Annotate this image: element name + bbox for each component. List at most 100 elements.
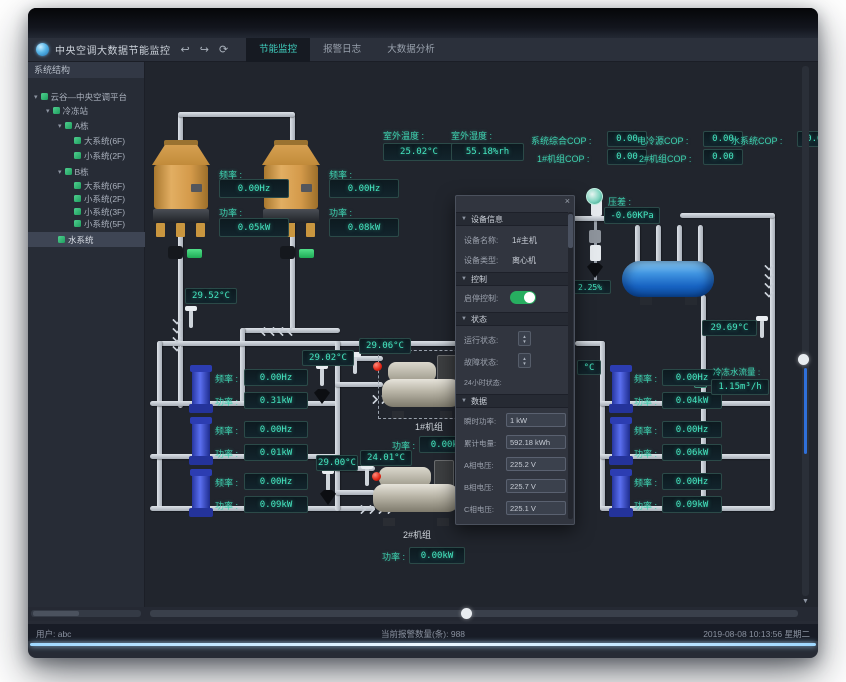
cop-chiller2-label: 2#机组COP : <box>639 152 691 165</box>
field-label: 累计电量: <box>464 438 496 449</box>
flow-down-icon <box>174 317 181 351</box>
field-value: 1#主机 <box>512 235 537 246</box>
node-icon <box>74 137 81 144</box>
temp-probe-icon[interactable] <box>326 473 330 491</box>
vertical-scrollbar-thumb[interactable] <box>798 354 809 365</box>
caret-down-icon[interactable]: ▾ <box>46 107 50 115</box>
scroll-down-icon[interactable]: ▼ <box>802 598 809 605</box>
pump[interactable] <box>192 420 210 462</box>
tree-item-building-a[interactable]: ▾ A栋 <box>58 119 89 132</box>
temp-probe-icon[interactable] <box>365 468 369 486</box>
valve[interactable] <box>320 490 336 505</box>
hmi-canvas: 频率 : 0.00Hz 功率 : 0.05kW 频率 : 0.00Hz 功率 :… <box>145 62 818 607</box>
toolbar: 中央空调大数据节能监控 ↩ ↪ ⟳ 节能监控 报警日志 大数据分析 <box>28 38 818 62</box>
chiller-2[interactable] <box>373 460 459 520</box>
tower2-power-readout: 0.08kW <box>329 218 399 237</box>
caret-down-icon[interactable]: ▾ <box>34 93 38 101</box>
cop-chiller2-readout: 0.00 <box>703 149 743 165</box>
tree-item[interactable]: 小系统(2F) <box>74 149 125 162</box>
cop-system-label: 系统综合COP : <box>531 134 591 147</box>
tree-item-label: 小系统(2F) <box>84 150 125 162</box>
forward-icon[interactable]: ↪ <box>200 43 209 56</box>
valve-open-indicator <box>299 249 314 258</box>
refresh-icon[interactable]: ⟳ <box>219 43 228 56</box>
tab-energy-monitor[interactable]: 节能监控 <box>246 38 310 62</box>
tower1-power-readout: 0.05kW <box>219 218 289 237</box>
temp-probe-icon[interactable] <box>189 310 193 328</box>
cooling-tower-1[interactable] <box>150 140 212 250</box>
section-caret-icon: ▼ <box>461 398 467 404</box>
close-icon[interactable]: × <box>565 196 570 206</box>
pipe <box>770 213 775 511</box>
tree-item-root[interactable]: ▾ 云谷—中央空调平台 <box>34 90 127 103</box>
value-field[interactable]: 592.18 kWh <box>506 435 566 449</box>
tree-item[interactable]: 大系统(6F) <box>74 179 125 192</box>
sidebar-hscrollbar[interactable] <box>31 610 141 617</box>
field-label: 启停控制: <box>464 293 498 304</box>
node-icon <box>53 107 60 114</box>
tree-item-label: 大系统(6F) <box>84 180 125 192</box>
stepper[interactable]: ▲ ▼ <box>518 353 531 368</box>
pump[interactable] <box>612 472 630 514</box>
tree-item[interactable]: 大系统(6F) <box>74 134 125 147</box>
section-control[interactable]: ▼ 控制 <box>456 272 568 286</box>
value-field[interactable]: 225.7 V <box>506 479 566 493</box>
pump-power-readout: 0.06kW <box>662 444 722 461</box>
alarm-indicator <box>373 362 382 371</box>
pump-power-readout: 0.09kW <box>662 496 722 513</box>
freq-label: 频率 : <box>215 424 238 437</box>
stepper[interactable]: ▲ ▼ <box>518 331 531 346</box>
pump-freq-readout: 0.00Hz <box>662 473 722 490</box>
tree-item-label: A栋 <box>75 120 89 132</box>
field-value: 离心机 <box>512 255 536 266</box>
value-field[interactable]: 225.2 V <box>506 457 566 471</box>
tree-item-label: 小系统(2F) <box>84 193 125 205</box>
vertical-scrollbar[interactable] <box>802 66 809 596</box>
section-data[interactable]: ▼ 数据 <box>456 394 568 408</box>
valve[interactable] <box>168 246 183 259</box>
temp-probe-icon[interactable] <box>760 320 764 338</box>
pressure-sensor-icon[interactable] <box>586 188 603 205</box>
section-status[interactable]: ▼ 状态 <box>456 312 568 326</box>
popup-scrollbar[interactable] <box>568 212 573 519</box>
vertical-scrollbar-range[interactable] <box>804 368 807 454</box>
pump[interactable] <box>612 368 630 410</box>
pipe <box>680 213 775 218</box>
tree-item[interactable]: 小系统(2F) <box>74 192 125 205</box>
device-detail-popup: × ▼ 设备信息 设备名称: 1#主机 设备类型: 离心机 ▼ 控制 启停控制:… <box>455 195 575 525</box>
pump[interactable] <box>612 420 630 462</box>
node-icon <box>74 182 81 189</box>
valve[interactable] <box>280 246 295 259</box>
canvas-hscrollbar[interactable] <box>150 610 798 617</box>
st epper-down-icon[interactable]: ▼ <box>522 339 526 344</box>
tree-item-station[interactable]: ▾ 冷冻站 <box>46 104 88 117</box>
tab-alarm-log[interactable]: 报警日志 <box>310 38 374 62</box>
value-field[interactable]: 225.1 V <box>506 501 566 515</box>
temp-probe-icon[interactable] <box>320 368 324 386</box>
freq-label: 频率 : <box>634 424 657 437</box>
pump-power-readout: 0.01kW <box>244 444 308 461</box>
caret-down-icon[interactable]: ▾ <box>58 168 62 176</box>
tree-item[interactable]: 小系统(5F) <box>74 217 125 230</box>
water-collector-tank[interactable] <box>622 261 714 297</box>
field-label: A相电压: <box>464 460 494 471</box>
tree-item-building-b[interactable]: ▾ B栋 <box>58 165 89 178</box>
start-stop-toggle[interactable] <box>510 291 536 304</box>
stepper-down-icon[interactable]: ▼ <box>522 361 526 366</box>
section-label: 控制 <box>471 274 487 285</box>
pump[interactable] <box>192 472 210 514</box>
value-field[interactable]: 1 kW <box>506 413 566 427</box>
pump[interactable] <box>192 368 210 410</box>
hscroll-region <box>28 607 818 621</box>
cop-chiller1-label: 1#机组COP : <box>537 152 589 165</box>
tree-item-water-system[interactable]: 水系统 <box>28 232 145 247</box>
tab-bigdata-analysis[interactable]: 大数据分析 <box>374 38 448 62</box>
canvas-hscrollbar-thumb[interactable] <box>461 608 472 619</box>
valve[interactable] <box>587 263 603 278</box>
section-device-info[interactable]: ▼ 设备信息 <box>456 212 568 226</box>
alarm-indicator <box>372 472 381 481</box>
freq-label: 频率 : <box>634 372 657 385</box>
caret-down-icon[interactable]: ▾ <box>58 122 62 130</box>
app-title: 中央空调大数据节能监控 <box>55 42 171 57</box>
back-icon[interactable]: ↩ <box>181 43 190 56</box>
